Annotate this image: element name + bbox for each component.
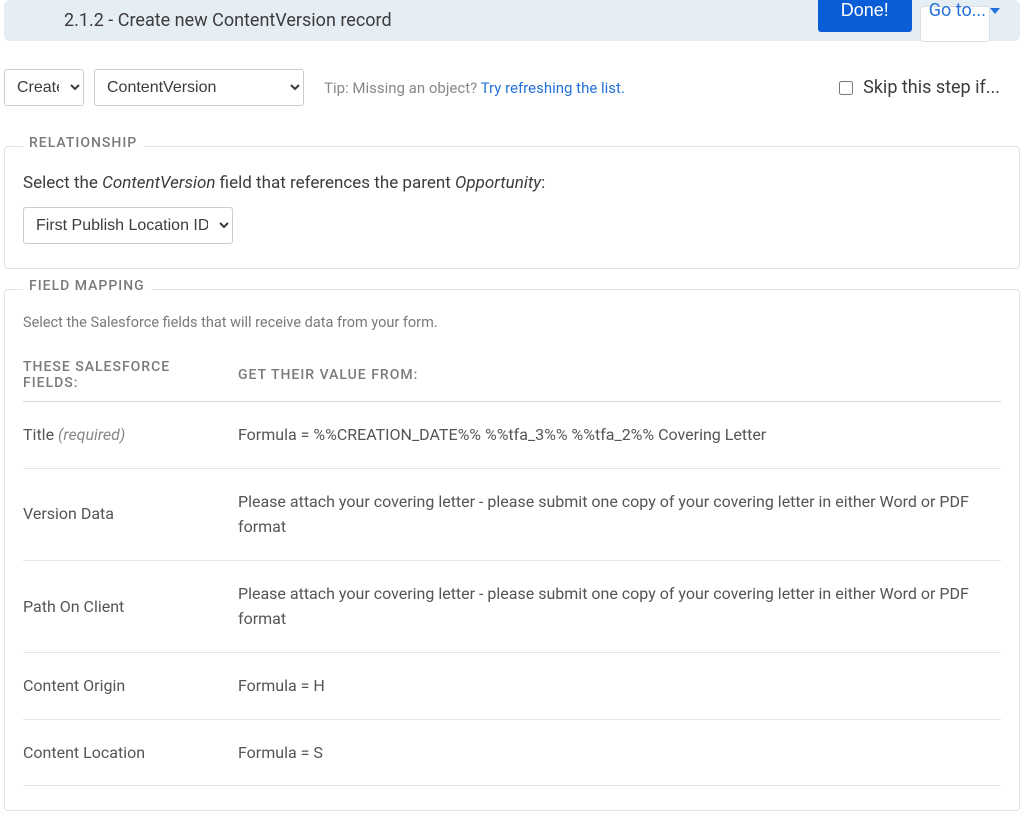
table-row[interactable]: Content Location Formula = S xyxy=(23,719,1001,786)
field-mapping-section: FIELD MAPPING Select the Salesforce fiel… xyxy=(4,289,1020,811)
field-name: Content Origin xyxy=(23,676,125,695)
field-value: Please attach your covering letter - ple… xyxy=(238,468,1001,560)
field-mapping-description: Select the Salesforce fields that will r… xyxy=(23,314,1001,331)
field-name: Content Location xyxy=(23,743,145,762)
action-select[interactable]: Create xyxy=(4,69,84,106)
field-name: Version Data xyxy=(23,504,114,523)
field-name: Path On Client xyxy=(23,597,124,616)
step-title: 2.1.2 - Create new ContentVersion record xyxy=(64,10,392,31)
done-button[interactable]: Done! xyxy=(819,0,911,31)
relationship-field-select[interactable]: First Publish Location ID xyxy=(23,207,233,244)
relationship-instruction: Select the ContentVersion field that ref… xyxy=(23,173,1001,193)
refresh-list-link[interactable]: Try refreshing the list. xyxy=(481,79,625,97)
skip-step-toggle[interactable]: Skip this step if... xyxy=(839,77,1020,98)
step-header: 2.1.2 - Create new ContentVersion record… xyxy=(4,0,1020,41)
field-name: Title xyxy=(23,425,54,444)
table-row[interactable]: Path On Client Please attach your coveri… xyxy=(23,560,1001,652)
caret-down-icon xyxy=(990,8,1000,14)
field-mapping-table: THESE SALESFORCE FIELDS: GET THEIR VALUE… xyxy=(23,349,1001,786)
controls-row: Create ContentVersion Tip: Missing an ob… xyxy=(0,61,1024,126)
table-row[interactable]: Title (required) Formula = %%CREATION_DA… xyxy=(23,402,1001,469)
relationship-legend: RELATIONSHIP xyxy=(23,135,143,151)
skip-checkbox[interactable] xyxy=(839,81,853,95)
table-row[interactable]: Content Origin Formula = H xyxy=(23,652,1001,719)
field-value: Formula = %%CREATION_DATE%% %%tfa_3%% %%… xyxy=(238,402,1001,469)
goto-label: Go to... xyxy=(929,0,986,21)
table-row[interactable]: Version Data Please attach your covering… xyxy=(23,468,1001,560)
field-value: Formula = S xyxy=(238,719,1001,786)
header-actions: Done! Go to... xyxy=(819,0,1010,31)
goto-dropdown[interactable]: Go to... xyxy=(919,0,1010,29)
required-tag: (required) xyxy=(58,425,125,444)
skip-label: Skip this step if... xyxy=(863,77,1000,98)
field-mapping-legend: FIELD MAPPING xyxy=(23,278,151,294)
field-value: Please attach your covering letter - ple… xyxy=(238,560,1001,652)
tip-text: Tip: Missing an object? Try refreshing t… xyxy=(324,79,625,97)
object-select[interactable]: ContentVersion xyxy=(94,69,304,106)
field-value: Formula = H xyxy=(238,652,1001,719)
col-value-from: GET THEIR VALUE FROM: xyxy=(238,349,1001,402)
relationship-section: RELATIONSHIP Select the ContentVersion f… xyxy=(4,146,1020,269)
col-these-fields: THESE SALESFORCE FIELDS: xyxy=(23,349,238,402)
